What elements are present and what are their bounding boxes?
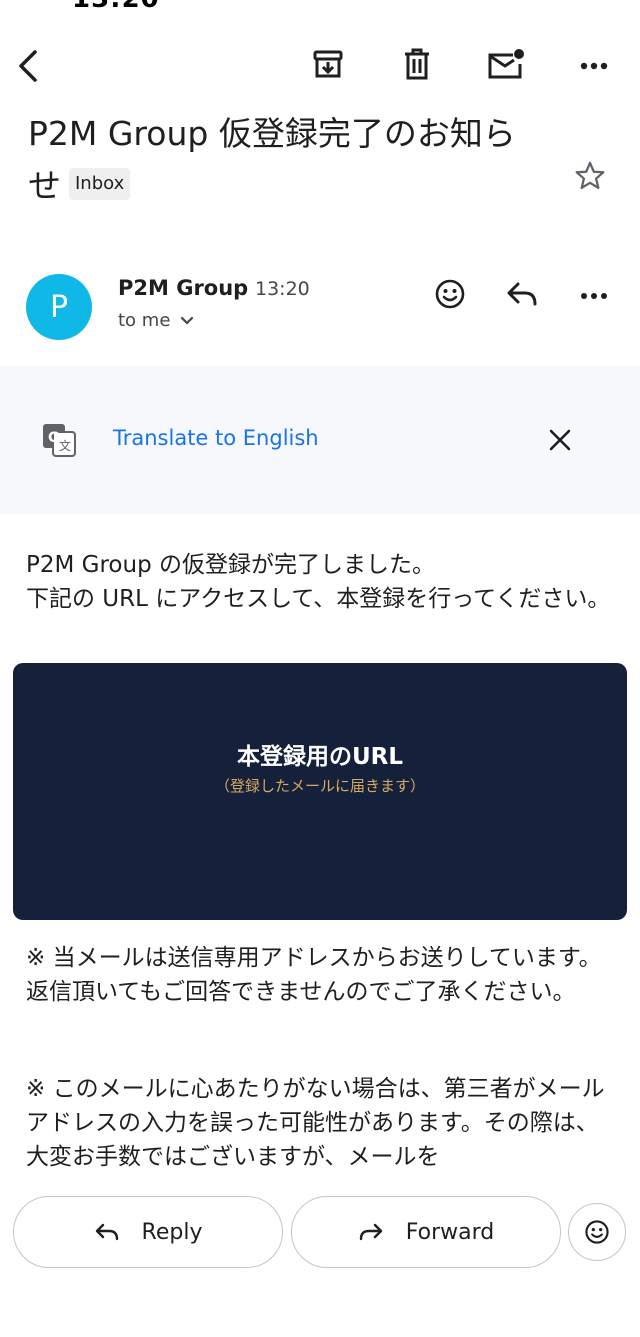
forward-button[interactable]: Forward: [291, 1196, 561, 1268]
body-paragraph: P2M Group の仮登録が完了しました。 下記の URL にアクセスして、本…: [26, 552, 611, 612]
delete-button[interactable]: [395, 42, 439, 86]
forward-icon: [359, 1223, 382, 1241]
archive-button[interactable]: [306, 42, 350, 86]
svg-text:文: 文: [59, 438, 71, 453]
body-note-2: ※ このメールに心あたりがない場合は、第三者がメールアドレスの入力を誤った可能性…: [26, 1076, 605, 1170]
sender-name[interactable]: P2M Group: [118, 276, 248, 300]
forward-label: Forward: [405, 1219, 495, 1245]
emoji-react-button[interactable]: [568, 1203, 626, 1261]
registration-url-button[interactable]: 本登録用のURL （登録したメールに届きます）: [13, 663, 627, 920]
reply-icon: [507, 282, 537, 306]
emoji-icon: [585, 1220, 609, 1244]
more-horizontal-icon: [581, 293, 607, 299]
close-icon: [549, 429, 571, 451]
translate-icon: G文: [42, 423, 76, 461]
star-button[interactable]: [568, 154, 612, 198]
mail-unread-icon: [488, 49, 524, 79]
trash-icon: [405, 48, 429, 80]
star-icon: [575, 161, 605, 190]
reply-icon: [95, 1223, 118, 1241]
email-time: 13:20: [255, 278, 310, 300]
back-button[interactable]: [8, 44, 48, 88]
body-note-1: ※ 当メールは送信専用アドレスからお送りしています。返信頂いてもご回答できません…: [26, 945, 602, 1005]
cta-subtitle: （登録したメールに届きます）: [214, 777, 425, 795]
status-time: 13:20: [72, 0, 160, 14]
reply-label: Reply: [141, 1219, 203, 1245]
sender-avatar[interactable]: P: [26, 274, 92, 340]
inbox-label-badge[interactable]: Inbox: [69, 167, 131, 200]
svg-text:G: G: [48, 430, 60, 446]
close-translate-button[interactable]: [538, 418, 582, 462]
more-button[interactable]: [572, 44, 616, 88]
more-horizontal-icon: [580, 62, 608, 70]
chevron-down-icon: [181, 316, 194, 325]
mark-unread-button[interactable]: [484, 42, 528, 86]
reply-button[interactable]: Reply: [13, 1196, 283, 1268]
reply-icon-button[interactable]: [500, 272, 544, 316]
recipient-text: to me: [118, 310, 171, 331]
arrow-left-icon: [19, 50, 37, 82]
recipient-toggle[interactable]: to me: [118, 310, 194, 331]
emoji-icon: [435, 279, 465, 309]
message-more-button[interactable]: [572, 274, 616, 318]
archive-icon: [313, 50, 343, 78]
translate-link[interactable]: Translate to English: [113, 426, 319, 450]
cta-title: 本登録用のURL: [236, 744, 404, 770]
react-emoji-button[interactable]: [428, 272, 472, 316]
email-subject: P2M Group 仮登録完了のお知らせ Inbox: [28, 108, 548, 212]
